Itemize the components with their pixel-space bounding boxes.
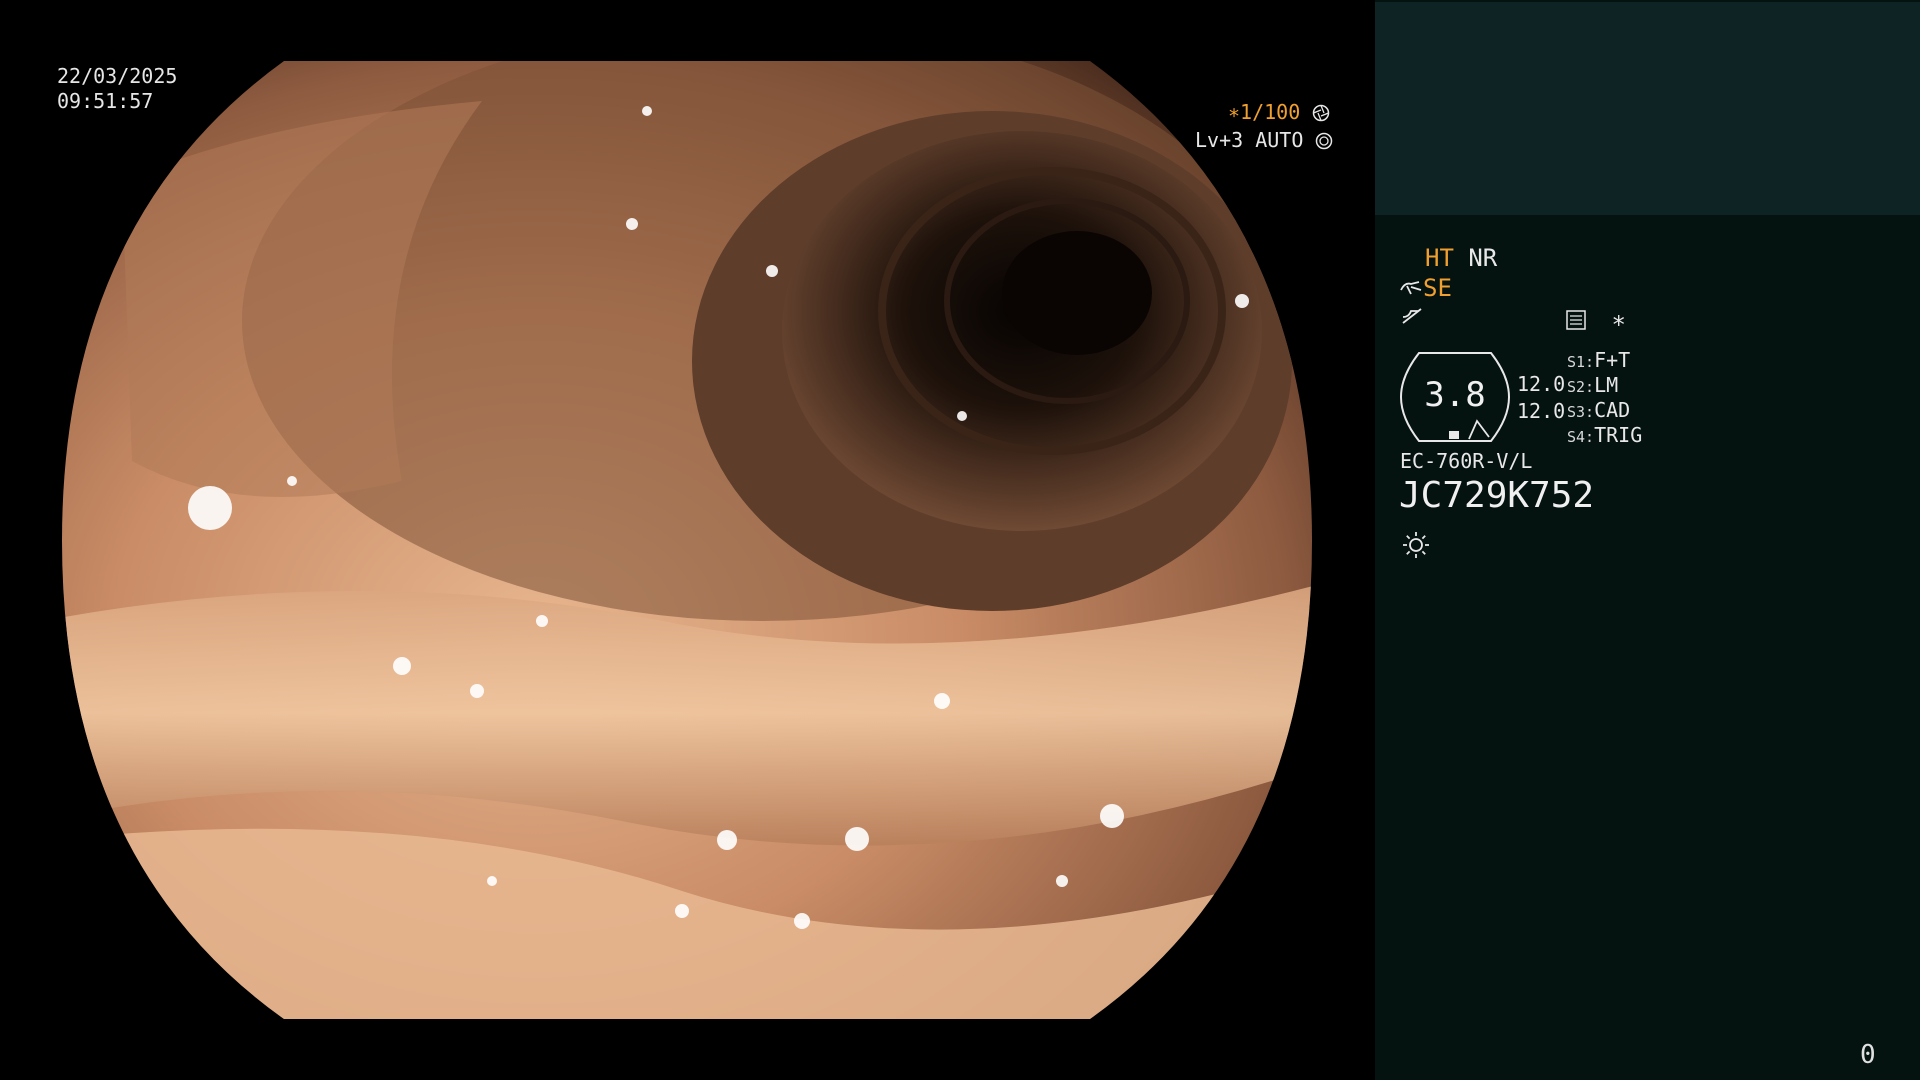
asterisk-label: ∗ xyxy=(1611,306,1626,334)
switch-key: S2: xyxy=(1567,378,1595,396)
switch-row: S4:TRIG xyxy=(1567,423,1642,449)
slope-icon xyxy=(1402,308,1422,324)
ht-label: HT xyxy=(1425,244,1454,272)
light-row xyxy=(1401,530,1431,566)
video-area: 22/03/2025 09:51:57 ∗1/100 Lv+3 AUTO xyxy=(0,0,1375,1080)
se-row: SE xyxy=(1399,274,1452,302)
switch-value: CAD xyxy=(1594,398,1631,422)
info-panel-header-block xyxy=(1375,2,1920,215)
shutter-value: ∗1/100 xyxy=(1228,100,1301,124)
info-panel: HT NR SE ∗ 3.8 12.0 12.0 S1:F+T S2:LM S3… xyxy=(1375,0,1920,1080)
switch-row: S3:CAD xyxy=(1567,398,1630,424)
menu-icon xyxy=(1566,310,1586,330)
gauge-value: 3.8 xyxy=(1424,375,1486,415)
param-1: 12.0 xyxy=(1517,372,1566,396)
switch-value: TRIG xyxy=(1594,423,1643,447)
switch-value: F+T xyxy=(1594,348,1631,372)
date-readout: 22/03/2025 xyxy=(57,64,178,88)
enhancement-row: HT NR xyxy=(1425,244,1497,272)
level-icon xyxy=(1316,132,1333,150)
switch-key: S1: xyxy=(1567,353,1595,371)
menu-row: ∗ xyxy=(1565,306,1626,334)
exposure-level-value: Lv+3 AUTO xyxy=(1195,128,1304,152)
se-label: SE xyxy=(1423,274,1452,302)
hand-icon xyxy=(1400,281,1422,295)
shutter-icon xyxy=(1313,104,1330,122)
switch-value: LM xyxy=(1594,373,1619,397)
switch-key: S4: xyxy=(1567,428,1595,446)
frame-counter: 0 xyxy=(1860,1040,1876,1070)
param-2: 12.0 xyxy=(1517,399,1566,423)
nr-label: NR xyxy=(1468,244,1498,272)
exposure-level-readout: Lv+3 AUTO xyxy=(1195,128,1333,152)
switch-row: S1:F+T xyxy=(1567,348,1630,374)
switch-key: S3: xyxy=(1567,403,1595,421)
scope-serial: JC729K752 xyxy=(1399,475,1595,516)
shutter-readout: ∗1/100 xyxy=(1228,100,1330,124)
endoscope-monitor: 22/03/2025 09:51:57 ∗1/100 Lv+3 AUTO HT … xyxy=(0,0,1920,1080)
endoscopic-view xyxy=(62,61,1312,1019)
sun-icon xyxy=(1403,532,1429,558)
scope-model: EC-760R-V/L xyxy=(1400,449,1533,473)
switch-row: S2:LM xyxy=(1567,373,1618,399)
slope-row xyxy=(1401,305,1423,333)
time-readout: 09:51:57 xyxy=(57,89,154,113)
